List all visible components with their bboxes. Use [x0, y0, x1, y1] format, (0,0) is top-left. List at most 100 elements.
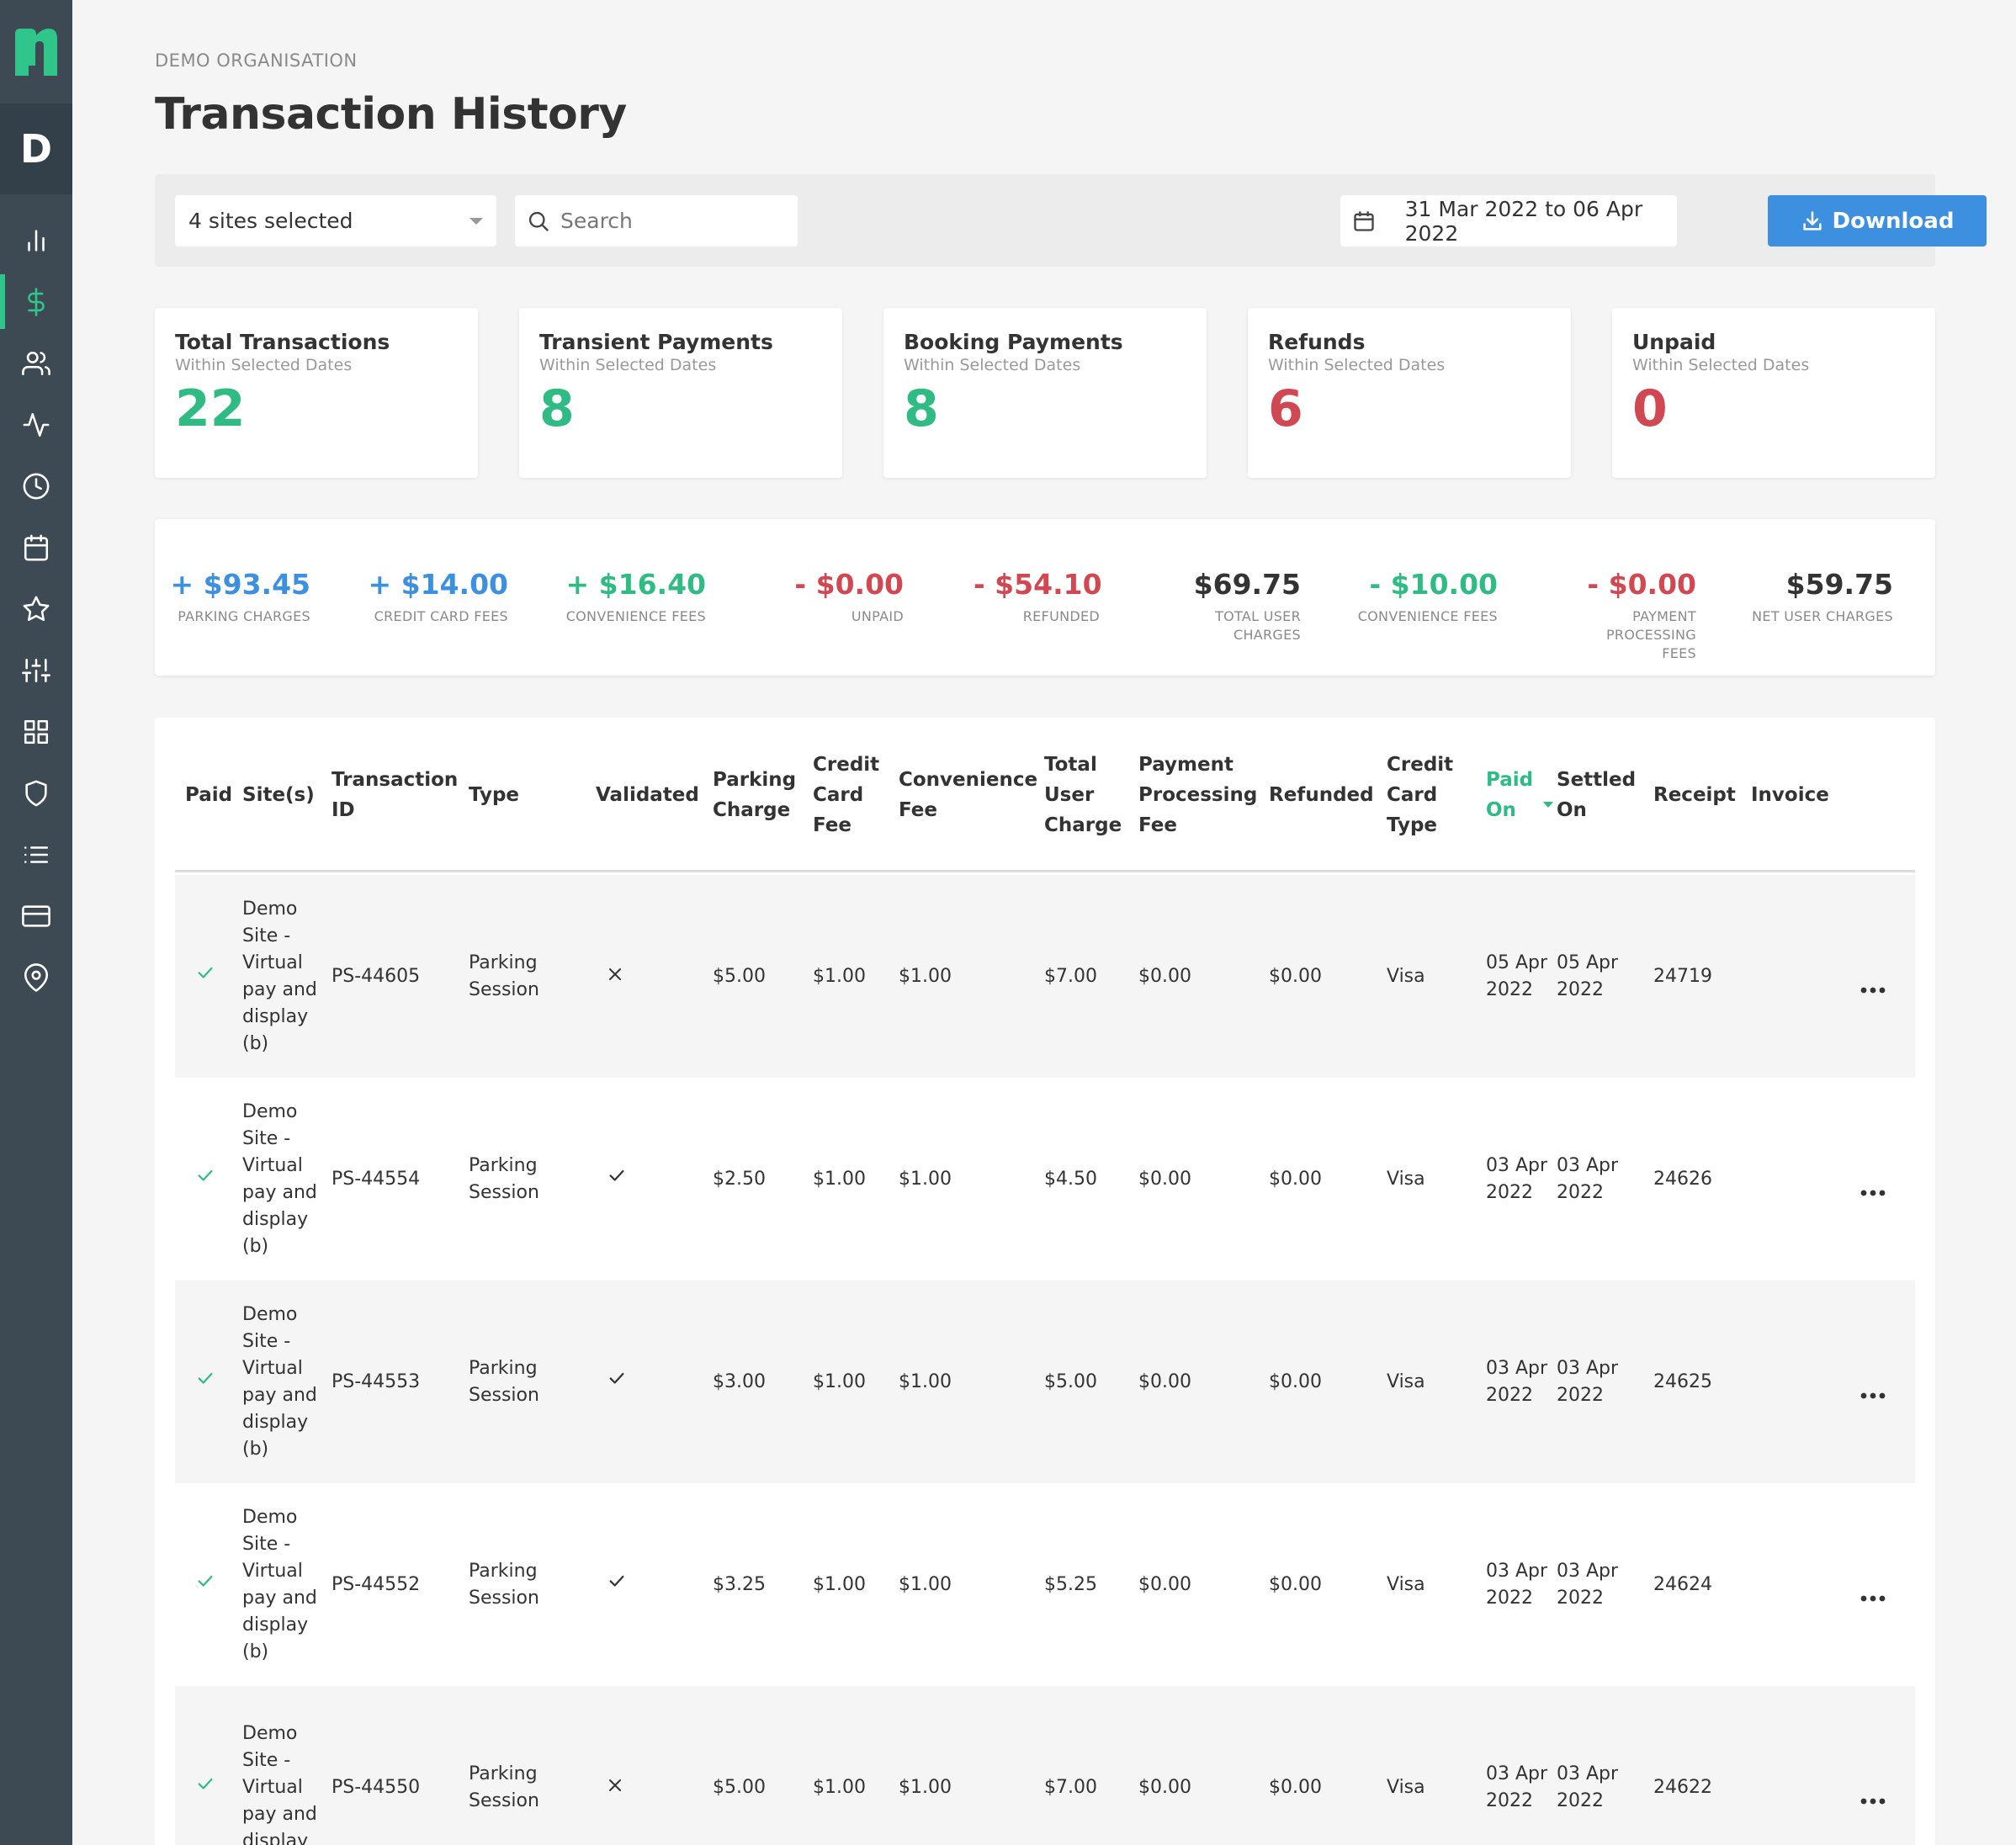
- sidebar-item-dollar[interactable]: [0, 271, 72, 332]
- column-header-payment-processing-fee[interactable]: Payment Processing Fee: [1138, 718, 1265, 872]
- cell-text: 24719: [1653, 965, 1712, 987]
- cell-text: $0.00: [1138, 1776, 1191, 1798]
- column-header-label: Credit Card Type: [1387, 754, 1454, 836]
- stat-title: Refunds: [1268, 330, 1366, 354]
- column-header-credit-card-fee[interactable]: Credit Card Fee: [813, 718, 893, 872]
- more-horizontal-icon: [1860, 1190, 1886, 1196]
- row-actions-button[interactable]: [1859, 1686, 1886, 1845]
- cell-text: $1.00: [899, 1776, 952, 1798]
- cell-text: $1.00: [813, 1168, 866, 1190]
- cell-conv_fee: $1.00: [899, 1483, 1033, 1686]
- column-header-credit-card-type[interactable]: Credit Card Type: [1387, 718, 1479, 872]
- cell-refunded: $0.00: [1269, 1280, 1378, 1483]
- column-header-type[interactable]: Type: [469, 718, 591, 872]
- stat-card-booking-payments: Booking Payments Within Selected Dates 8: [883, 308, 1207, 478]
- sidebar-item-sliders[interactable]: [0, 639, 72, 701]
- cell-receipt: 24626: [1653, 1078, 1746, 1280]
- cell-proc_fee: $0.00: [1138, 1280, 1265, 1483]
- paid-check-icon: [185, 1369, 215, 1396]
- column-header-label: Credit Card Fee: [813, 754, 880, 836]
- summary-value: + $93.45: [170, 568, 310, 601]
- row-actions-button[interactable]: [1859, 875, 1886, 1078]
- column-header-validated[interactable]: Validated: [596, 718, 705, 872]
- row-actions-button[interactable]: [1859, 1280, 1886, 1483]
- cell-validated: [596, 875, 705, 1078]
- logo-icon: [15, 28, 57, 76]
- filter-toolbar: 4 sites selected 31 Mar 2022 to 06 Apr 2…: [155, 174, 1987, 267]
- cell-text: $3.00: [713, 1370, 766, 1392]
- cell-text: 05 Apr 2022: [1486, 952, 1548, 1000]
- column-header-label: Paid On: [1486, 769, 1534, 821]
- sidebar-item-calendar[interactable]: [0, 517, 72, 578]
- sites-select[interactable]: 4 sites selected: [175, 195, 496, 247]
- sidebar-item-credit-card[interactable]: [0, 885, 72, 946]
- column-header-paid-on[interactable]: Paid On: [1486, 718, 1553, 872]
- sidebar-nav: [0, 194, 72, 1008]
- more-horizontal-icon: [1860, 1798, 1886, 1804]
- column-header-total-user-charge[interactable]: Total User Charge: [1044, 718, 1133, 872]
- cell-paid_on: 03 Apr 2022: [1486, 1078, 1553, 1280]
- search-input[interactable]: [560, 209, 779, 233]
- sidebar-item-users[interactable]: [0, 332, 72, 394]
- cell-id: PS-44605: [332, 875, 466, 1078]
- transactions-table: Paid Site(s) Transaction ID Type Validated Pa…: [155, 718, 1935, 1845]
- more-horizontal-icon: [1860, 987, 1886, 993]
- cell-text: 03 Apr 2022: [1486, 1560, 1548, 1609]
- summary-label: REFUNDED: [1022, 608, 1100, 624]
- sidebar-item-grid[interactable]: [0, 701, 72, 762]
- table-row[interactable]: Demo Site - Virtual pay and display (b) P…: [175, 1483, 1915, 1686]
- row-actions-button[interactable]: [1859, 1483, 1886, 1686]
- column-header-paid[interactable]: Paid: [185, 718, 236, 872]
- cell-paid: [185, 1686, 236, 1845]
- cell-text: Demo Site - Virtual pay and display (b): [242, 1100, 317, 1257]
- column-header-label: Validated: [596, 784, 699, 806]
- column-header-label: Convenience Fee: [899, 769, 1038, 821]
- app-logo[interactable]: [0, 0, 72, 103]
- cell-invoice: [1751, 1686, 1844, 1845]
- table-row[interactable]: Demo Site - Virtual pay and display (b) P…: [175, 875, 1915, 1078]
- sidebar-item-map-pin[interactable]: [0, 946, 72, 1008]
- date-range-picker[interactable]: 31 Mar 2022 to 06 Apr 2022: [1340, 195, 1677, 247]
- cell-paid_on: 03 Apr 2022: [1486, 1483, 1553, 1686]
- summary-value: - $0.00: [1587, 568, 1696, 601]
- sidebar-item-star[interactable]: [0, 578, 72, 639]
- column-header-parking-charge[interactable]: Parking Charge: [713, 718, 805, 872]
- column-header-site-s[interactable]: Site(s): [242, 718, 326, 872]
- sidebar-item-activity[interactable]: [0, 394, 72, 455]
- column-header-receipt[interactable]: Receipt: [1653, 718, 1746, 872]
- summary-item: + $16.40 CONVENIENCE FEES: [546, 568, 706, 626]
- org-switcher[interactable]: D: [0, 103, 72, 194]
- sidebar-item-list[interactable]: [0, 824, 72, 885]
- sidebar-item-shield[interactable]: [0, 762, 72, 824]
- stat-value: 6: [1268, 379, 1303, 438]
- sidebar-item-bar-chart[interactable]: [0, 209, 72, 271]
- stat-subtitle: Within Selected Dates: [904, 356, 1081, 374]
- caret-down-icon: [470, 218, 483, 225]
- table-row[interactable]: Demo Site - Virtual pay and display (b) P…: [175, 1280, 1915, 1483]
- column-header-settled-on[interactable]: Settled On: [1557, 718, 1649, 872]
- stat-title: Unpaid: [1632, 330, 1716, 354]
- sliders-icon: [22, 658, 50, 682]
- table-row[interactable]: Demo Site - Virtual pay and display PS-44…: [175, 1686, 1915, 1845]
- cell-settled_on: 05 Apr 2022: [1557, 875, 1649, 1078]
- column-header-transaction-id[interactable]: Transaction ID: [332, 718, 466, 872]
- row-actions-button[interactable]: [1859, 1078, 1886, 1280]
- column-header-invoice[interactable]: Invoice: [1751, 718, 1844, 872]
- cell-text: $0.00: [1138, 1370, 1191, 1392]
- cell-text: 24624: [1653, 1573, 1712, 1595]
- cell-text: $2.50: [713, 1168, 766, 1190]
- stat-value: 22: [175, 379, 246, 438]
- table-row[interactable]: Demo Site - Virtual pay and display (b) P…: [175, 1078, 1915, 1280]
- cell-paid_on: 05 Apr 2022: [1486, 875, 1553, 1078]
- download-button[interactable]: Download: [1768, 195, 1987, 247]
- sort-desc-icon[interactable]: [1543, 801, 1553, 808]
- stat-value: 0: [1632, 379, 1668, 438]
- summary-item: $59.75 NET USER CHARGES: [1733, 568, 1893, 626]
- column-header-refunded[interactable]: Refunded: [1269, 718, 1378, 872]
- column-header-convenience-fee[interactable]: Convenience Fee: [899, 718, 1037, 872]
- sidebar-item-clock[interactable]: [0, 455, 72, 517]
- validated-check-icon: [596, 1166, 626, 1193]
- cell-settled_on: 03 Apr 2022: [1557, 1686, 1649, 1845]
- stat-value: 8: [904, 379, 939, 438]
- cell-receipt: 24622: [1653, 1686, 1746, 1845]
